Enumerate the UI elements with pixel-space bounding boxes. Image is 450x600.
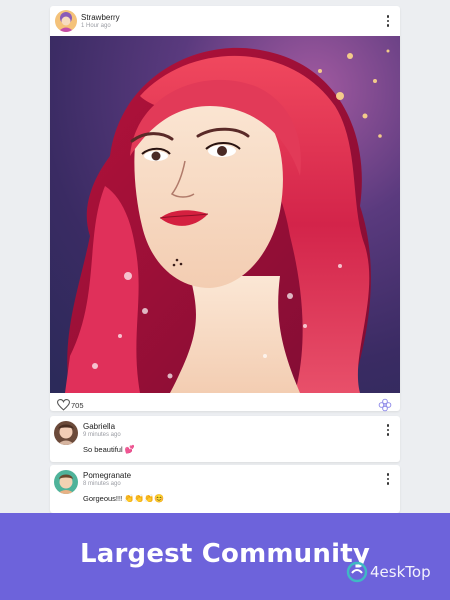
author-avatar[interactable] (55, 10, 77, 32)
watermark: 4eskTop (346, 560, 446, 584)
post-actions: 705 (50, 393, 400, 417)
commenter-avatar[interactable] (54, 470, 78, 494)
heart-outline-icon[interactable] (57, 399, 70, 411)
like-count: 705 (71, 401, 84, 410)
flower-icon[interactable] (378, 398, 392, 412)
comment-card: Pomegranate 8 minutes ago Gorgeous!!! 👏👏… (50, 465, 400, 513)
post-more-icon[interactable] (382, 14, 394, 28)
post-image[interactable] (50, 36, 400, 393)
comment-time: 8 minutes ago (83, 481, 121, 487)
comment-text: So beautiful 💕 (83, 445, 135, 454)
watermark-text: 4eskTop (370, 563, 431, 581)
promo-banner: Largest Community (0, 513, 450, 600)
post-author-name[interactable]: Strawberry (81, 13, 120, 22)
comment-emoji: 👏👏👏😊 (124, 494, 165, 503)
post-time: 1 Hour ago (81, 23, 111, 29)
comment-card: Gabriella 9 minutes ago So beautiful 💕 (50, 416, 400, 462)
watermark-logo-icon (346, 561, 368, 583)
post-header: Strawberry 1 Hour ago (50, 6, 400, 36)
comment-author-name[interactable]: Pomegranate (83, 471, 131, 480)
comment-time: 9 minutes ago (83, 432, 121, 438)
comment-more-icon[interactable] (382, 423, 394, 437)
comment-author-name[interactable]: Gabriella (83, 422, 115, 431)
commenter-avatar[interactable] (54, 421, 78, 445)
comment-more-icon[interactable] (382, 472, 394, 486)
comment-text: Gorgeous!!! 👏👏👏😊 (83, 494, 165, 503)
post-card: Strawberry 1 Hour ago 705 (50, 6, 400, 412)
comment-emoji: 💕 (124, 445, 135, 454)
